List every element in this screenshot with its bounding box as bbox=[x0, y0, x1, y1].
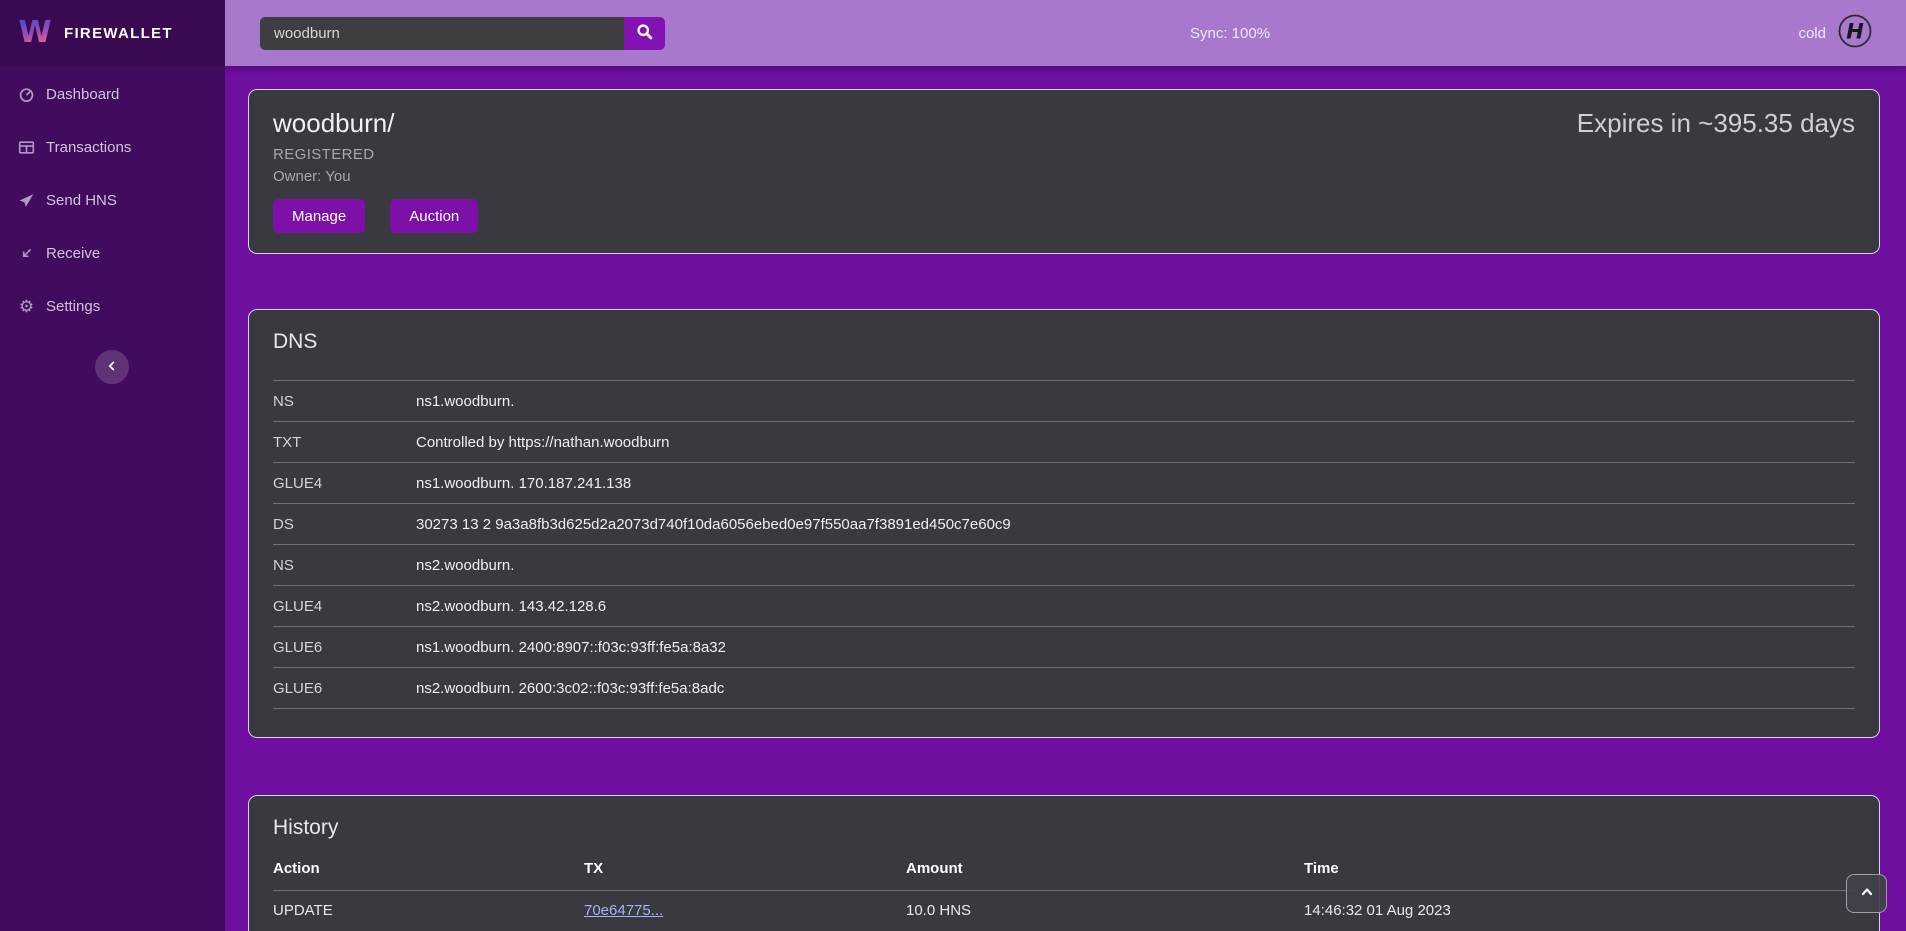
history-card: History Action TX Amount Time UPDATE 70e… bbox=[248, 795, 1880, 931]
chevron-left-icon bbox=[105, 359, 119, 376]
sidebar-item-dashboard[interactable]: Dashboard bbox=[18, 82, 207, 106]
sidebar-item-settings[interactable]: ⚙ Settings bbox=[18, 294, 207, 318]
history-action: UPDATE bbox=[273, 890, 584, 931]
dns-record-value: ns2.woodburn. 143.42.128.6 bbox=[416, 586, 1855, 627]
history-col-amount: Amount bbox=[906, 848, 1304, 890]
dns-record-value: ns1.woodburn. 170.187.241.138 bbox=[416, 463, 1855, 504]
search-icon bbox=[636, 23, 653, 43]
brand-name: FIREWALLET bbox=[64, 25, 173, 42]
dns-record-row: NS ns1.woodburn. bbox=[273, 381, 1855, 422]
sidebar-item-send-hns[interactable]: Send HNS bbox=[18, 188, 207, 212]
dns-record-row: GLUE4 ns1.woodburn. 170.187.241.138 bbox=[273, 463, 1855, 504]
sidebar: W FIREWALLET Dashboard Transact bbox=[0, 0, 225, 931]
sidebar-nav: Dashboard Transactions Send HNS bbox=[0, 67, 225, 318]
sidebar-item-transactions[interactable]: Transactions bbox=[18, 135, 207, 159]
dns-record-type: GLUE6 bbox=[273, 668, 416, 709]
chevron-up-icon bbox=[1859, 884, 1875, 903]
wallet-status: cold H bbox=[1798, 13, 1873, 54]
sidebar-item-label: Receive bbox=[46, 245, 100, 262]
dns-record-value: Controlled by https://nathan.woodburn bbox=[416, 422, 1855, 463]
manage-button[interactable]: Manage bbox=[273, 199, 365, 233]
brand: W FIREWALLET bbox=[0, 0, 225, 67]
svg-text:W: W bbox=[18, 15, 51, 50]
sidebar-item-label: Dashboard bbox=[46, 86, 119, 103]
dns-record-row: DS 30273 13 2 9a3a8fb3d625d2a2073d740f10… bbox=[273, 504, 1855, 545]
tx-link[interactable]: 70e64775... bbox=[584, 902, 663, 919]
dns-records-table: NS ns1.woodburn. TXT Controlled by https… bbox=[273, 380, 1855, 709]
history-table: Action TX Amount Time UPDATE 70e64775...… bbox=[273, 848, 1855, 931]
dns-record-value: ns1.woodburn. bbox=[416, 381, 1855, 422]
search-group bbox=[260, 17, 665, 50]
dns-record-value: 30273 13 2 9a3a8fb3d625d2a2073d740f10da6… bbox=[416, 504, 1855, 545]
search-button[interactable] bbox=[624, 17, 665, 50]
gear-icon: ⚙ bbox=[18, 298, 35, 315]
svg-text:H: H bbox=[1846, 19, 1864, 43]
sync-status: Sync: 100% bbox=[1190, 25, 1270, 42]
dns-record-row: GLUE6 ns2.woodburn. 2600:3c02::f03c:93ff… bbox=[273, 668, 1855, 709]
handshake-logo-icon[interactable]: H bbox=[1837, 13, 1873, 54]
dns-record-value: ns2.woodburn. 2600:3c02::f03c:93ff:fe5a:… bbox=[416, 668, 1855, 709]
history-header-row: Action TX Amount Time bbox=[273, 848, 1855, 890]
history-row: UPDATE 70e64775... 10.0 HNS 14:46:32 01 … bbox=[273, 890, 1855, 931]
dns-record-type: DS bbox=[273, 504, 416, 545]
search-input[interactable] bbox=[260, 17, 624, 50]
dns-record-row: GLUE6 ns1.woodburn. 2400:8907::f03c:93ff… bbox=[273, 627, 1855, 668]
domain-status-badge: REGISTERED bbox=[273, 146, 1855, 163]
scroll-to-top-button[interactable] bbox=[1846, 874, 1887, 913]
dns-record-row: GLUE4 ns2.woodburn. 143.42.128.6 bbox=[273, 586, 1855, 627]
dns-card-title: DNS bbox=[273, 330, 1855, 354]
domain-card: woodburn/ Expires in ~395.35 days REGIST… bbox=[248, 89, 1880, 254]
domain-name-title: woodburn/ bbox=[273, 108, 394, 139]
sidebar-item-label: Settings bbox=[46, 298, 100, 315]
sidebar-item-label: Send HNS bbox=[46, 192, 117, 209]
dns-record-value: ns2.woodburn. bbox=[416, 545, 1855, 586]
receive-icon bbox=[18, 245, 35, 262]
dns-record-type: GLUE4 bbox=[273, 463, 416, 504]
sidebar-item-receive[interactable]: Receive bbox=[18, 241, 207, 265]
history-card-title: History bbox=[273, 816, 1855, 840]
history-col-time: Time bbox=[1304, 848, 1855, 890]
dns-record-type: NS bbox=[273, 545, 416, 586]
dashboard-icon bbox=[18, 86, 35, 103]
dns-record-row: NS ns2.woodburn. bbox=[273, 545, 1855, 586]
firewallet-logo-icon: W bbox=[15, 11, 55, 56]
dns-record-type: NS bbox=[273, 381, 416, 422]
sidebar-item-label: Transactions bbox=[46, 139, 131, 156]
dns-record-type: TXT bbox=[273, 422, 416, 463]
dns-record-value: ns1.woodburn. 2400:8907::f03c:93ff:fe5a:… bbox=[416, 627, 1855, 668]
wallet-mode-label: cold bbox=[1798, 25, 1826, 42]
domain-owner-text: Owner: You bbox=[273, 168, 1855, 185]
dns-record-type: GLUE6 bbox=[273, 627, 416, 668]
dns-card: DNS NS ns1.woodburn. TXT Controlled by h… bbox=[248, 309, 1880, 738]
main-content: woodburn/ Expires in ~395.35 days REGIST… bbox=[225, 66, 1906, 931]
domain-expiry-text: Expires in ~395.35 days bbox=[1577, 108, 1855, 139]
transactions-icon bbox=[18, 139, 35, 156]
auction-button[interactable]: Auction bbox=[390, 199, 478, 233]
history-col-tx: TX bbox=[584, 848, 906, 890]
sidebar-collapse-button[interactable] bbox=[95, 350, 129, 384]
send-icon bbox=[18, 192, 35, 209]
history-amount: 10.0 HNS bbox=[906, 890, 1304, 931]
history-col-action: Action bbox=[273, 848, 584, 890]
history-time: 14:46:32 01 Aug 2023 bbox=[1304, 890, 1855, 931]
dns-record-row: TXT Controlled by https://nathan.woodbur… bbox=[273, 422, 1855, 463]
topbar: Sync: 100% cold H bbox=[225, 0, 1906, 66]
dns-record-type: GLUE4 bbox=[273, 586, 416, 627]
